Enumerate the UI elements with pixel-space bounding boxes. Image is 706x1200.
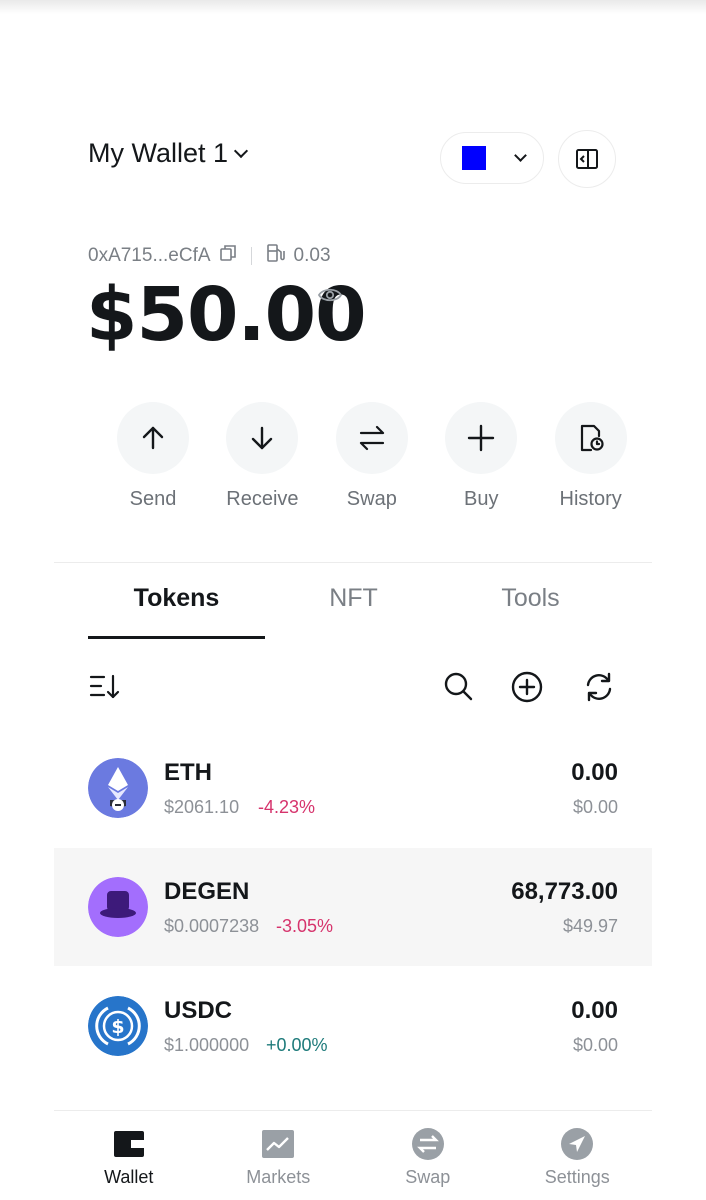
receive-label: Receive <box>226 488 299 510</box>
nav-wallet-label: Wallet <box>104 1167 154 1187</box>
send-label: Send <box>129 488 177 510</box>
token-price: $2061.10 <box>164 797 240 817</box>
tab-tokens[interactable]: Tokens <box>88 584 265 613</box>
token-row-usdc[interactable]: $ USDC $1.000000 +0.00% 0.00 $0.00 <box>54 967 652 1085</box>
history-button[interactable]: History <box>536 402 646 511</box>
buy-circle <box>445 402 518 474</box>
swap-icon <box>359 425 384 451</box>
gas-value: 0.03 <box>293 245 331 266</box>
bottom-nav-divider <box>54 1110 652 1111</box>
section-divider <box>54 562 652 563</box>
plus-icon <box>468 424 495 452</box>
tab-nft[interactable]: NFT <box>265 584 442 613</box>
token-amount: 0.00 <box>571 759 618 786</box>
divider <box>250 247 252 265</box>
token-symbol: DEGEN <box>164 878 250 905</box>
receive-circle <box>226 402 299 474</box>
add-token-icon[interactable] <box>510 670 544 709</box>
buy-button[interactable]: Buy <box>426 402 536 511</box>
chevron-down-icon <box>233 143 249 158</box>
nav-settings[interactable]: Settings <box>503 1120 653 1200</box>
buy-label: Buy <box>463 488 499 510</box>
gas-pump-icon <box>266 243 286 269</box>
network-selector[interactable] <box>440 132 544 184</box>
token-row-eth[interactable]: ETH $2061.10 -4.23% 0.00 $0.00 <box>54 729 652 847</box>
svg-text:$: $ <box>111 1016 124 1038</box>
token-price: $0.0007238 <box>164 916 260 936</box>
quick-actions: Send Receive Swap Buy History <box>98 402 645 511</box>
nav-wallet[interactable]: Wallet <box>54 1120 204 1200</box>
token-amount: 0.00 <box>571 997 618 1024</box>
wallet-address: 0xA715...eCfA <box>88 245 211 266</box>
nav-swap[interactable]: Swap <box>353 1120 503 1200</box>
swap-nav-icon <box>411 1127 445 1161</box>
copy-icon[interactable] <box>219 244 237 268</box>
token-value: $49.97 <box>562 916 618 936</box>
receive-button[interactable]: Receive <box>207 402 317 511</box>
swap-label: Swap <box>346 488 397 510</box>
token-value: $0.00 <box>572 797 618 817</box>
send-circle <box>117 402 189 474</box>
swap-button[interactable]: Swap <box>317 402 427 511</box>
nav-swap-label: Swap <box>405 1167 451 1187</box>
sidebar-panel-icon <box>576 149 598 169</box>
tab-tools[interactable]: Tools <box>442 584 619 613</box>
token-symbol: ETH <box>164 759 212 786</box>
network-color-swatch <box>462 146 486 170</box>
status-bar-shadow <box>0 0 706 14</box>
degen-logo-icon <box>88 877 148 937</box>
nav-markets-label: Markets <box>246 1167 311 1187</box>
token-symbol: USDC <box>164 997 233 1024</box>
arrow-up-icon <box>142 426 164 450</box>
arrow-down-icon <box>252 426 273 450</box>
token-value: $0.00 <box>572 1035 618 1055</box>
chart-icon <box>261 1127 295 1161</box>
wallet-icon <box>112 1127 146 1161</box>
sort-icon[interactable] <box>88 672 124 707</box>
send-button[interactable]: Send <box>98 402 208 511</box>
wallet-name: My Wallet 1 <box>88 138 229 168</box>
search-icon[interactable] <box>442 670 474 707</box>
token-change: -3.05% <box>276 916 334 936</box>
history-icon <box>580 424 604 452</box>
refresh-icon[interactable] <box>582 670 616 709</box>
token-change: +0.00% <box>266 1035 328 1055</box>
asset-tabs: Tokens NFT Tools <box>88 584 618 640</box>
token-row-degen[interactable]: DEGEN $0.0007238 -3.05% 68,773.00 $49.97 <box>54 848 652 966</box>
address-row: 0xA715...eCfA 0.03 <box>88 243 331 269</box>
token-amount: 68,773.00 <box>511 878 618 905</box>
chevron-down-icon <box>514 148 527 162</box>
token-price: $1.000000 <box>164 1035 250 1055</box>
compass-icon <box>560 1127 594 1161</box>
history-circle <box>554 402 627 474</box>
sidebar-toggle-button[interactable] <box>558 130 616 188</box>
history-label: History <box>559 488 622 510</box>
nav-settings-label: Settings <box>544 1167 610 1187</box>
swap-circle <box>335 402 408 474</box>
nav-markets[interactable]: Markets <box>204 1120 354 1200</box>
bottom-nav: Wallet Markets Swap Settings <box>54 1120 652 1200</box>
total-balance: $50.00 <box>86 272 367 358</box>
usdc-logo-icon: $ <box>88 996 148 1056</box>
eth-logo-icon <box>88 758 148 818</box>
eye-icon[interactable] <box>317 286 343 309</box>
token-change: -4.23% <box>258 797 316 817</box>
active-tab-indicator <box>88 636 265 639</box>
wallet-selector[interactable]: My Wallet 1 <box>88 138 249 169</box>
